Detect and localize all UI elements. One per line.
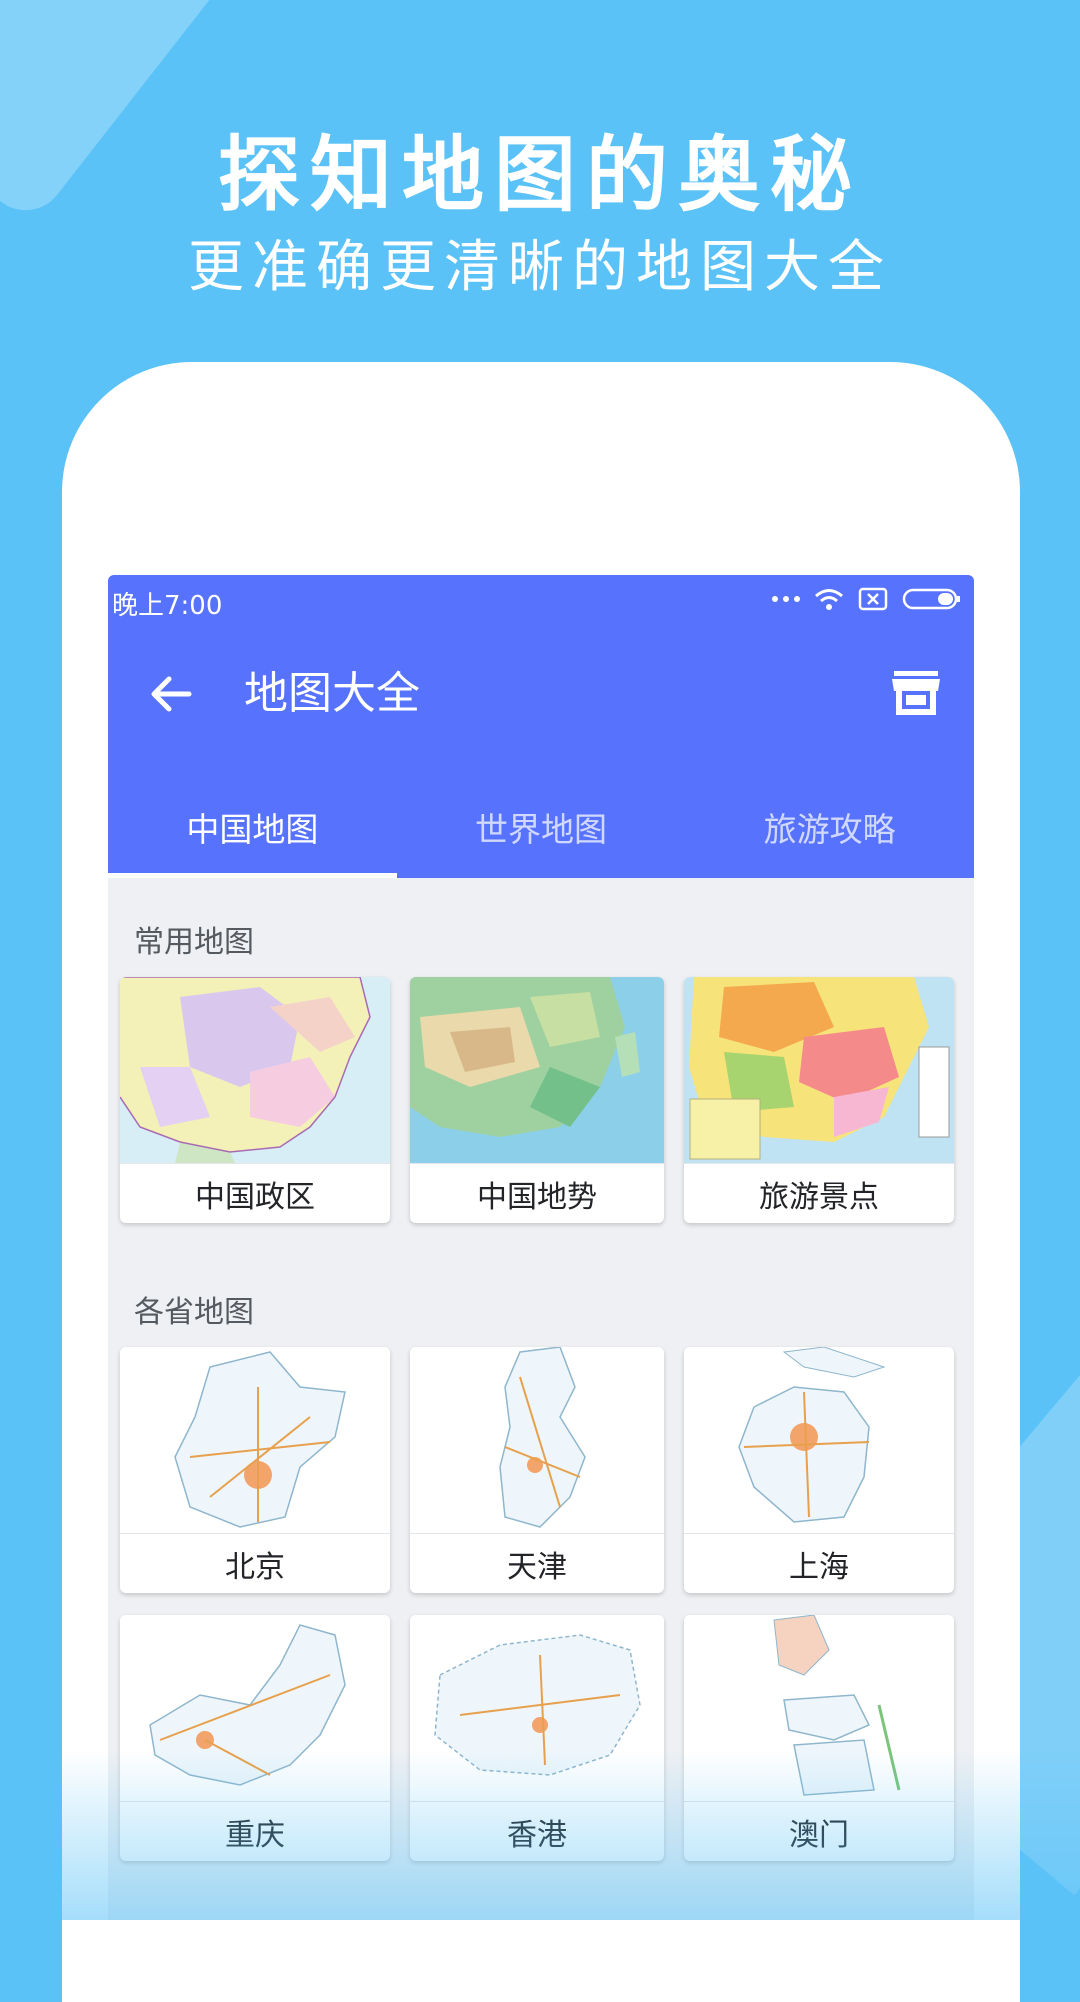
promo-title: 探知地图的奥秘 bbox=[217, 128, 862, 223]
section-title-province-maps: 各省地图 bbox=[134, 1295, 254, 1330]
tab-travel-guide[interactable]: 旅游攻略 bbox=[685, 775, 974, 878]
map-card-tianjin[interactable]: 天津 bbox=[410, 1347, 664, 1593]
map-card-label: 中国地势 bbox=[410, 1163, 664, 1223]
battery-icon bbox=[902, 587, 962, 611]
province-maps-grid: 北京 天津 上海 重庆 香港 澳门 bbox=[120, 1347, 962, 1861]
map-card-china-political[interactable]: 中国政区 bbox=[120, 977, 390, 1223]
map-card-label: 北京 bbox=[120, 1533, 390, 1593]
wifi-icon bbox=[814, 587, 844, 611]
tab-world-map[interactable]: 世界地图 bbox=[397, 775, 686, 878]
map-card-shanghai[interactable]: 上海 bbox=[684, 1347, 954, 1593]
map-card-label: 上海 bbox=[684, 1533, 954, 1593]
app-title: 地图大全 bbox=[244, 668, 420, 719]
hong-kong-map-thumbnail bbox=[410, 1615, 664, 1801]
shanghai-map-thumbnail bbox=[684, 1347, 954, 1533]
status-time: 晚上7:00 bbox=[112, 591, 223, 621]
tab-bar: 中国地图 世界地图 旅游攻略 bbox=[108, 775, 974, 878]
macau-map-thumbnail bbox=[684, 1615, 954, 1801]
map-card-hong-kong[interactable]: 香港 bbox=[410, 1615, 664, 1861]
beijing-map-thumbnail bbox=[120, 1347, 390, 1533]
store-button[interactable] bbox=[890, 667, 942, 719]
common-maps-grid: 中国政区 中国地势 旅游景点 bbox=[120, 977, 962, 1223]
map-card-travel-attractions[interactable]: 旅游景点 bbox=[684, 977, 954, 1223]
map-card-label: 天津 bbox=[410, 1533, 664, 1593]
map-card-label: 旅游景点 bbox=[684, 1163, 954, 1223]
map-card-label: 澳门 bbox=[684, 1801, 954, 1861]
more-dots-icon bbox=[772, 596, 800, 602]
map-card-chongqing[interactable]: 重庆 bbox=[120, 1615, 390, 1861]
map-card-label: 重庆 bbox=[120, 1801, 390, 1861]
map-card-macau[interactable]: 澳门 bbox=[684, 1615, 954, 1861]
china-terrain-map-thumbnail bbox=[410, 977, 664, 1163]
status-icons bbox=[772, 587, 962, 611]
map-card-china-terrain[interactable]: 中国地势 bbox=[410, 977, 664, 1223]
section-title-common-maps: 常用地图 bbox=[134, 925, 254, 960]
china-political-map-thumbnail bbox=[120, 977, 390, 1163]
tianjin-map-thumbnail bbox=[410, 1347, 664, 1533]
tab-china-map[interactable]: 中国地图 bbox=[108, 775, 397, 878]
chongqing-map-thumbnail bbox=[120, 1615, 390, 1801]
map-card-label: 中国政区 bbox=[120, 1163, 390, 1223]
promo-subtitle: 更准确更清晰的地图大全 bbox=[188, 235, 892, 300]
map-card-beijing[interactable]: 北京 bbox=[120, 1347, 390, 1593]
arrow-left-icon bbox=[151, 676, 192, 712]
app-screen: 晚上7:00 地图大全 中国地图 世界地图 旅游攻略 常用地图 中国政区 中国地… bbox=[108, 575, 974, 1920]
back-button[interactable] bbox=[144, 667, 198, 721]
sim-x-icon bbox=[858, 587, 888, 611]
store-icon bbox=[892, 671, 940, 715]
map-card-label: 香港 bbox=[410, 1801, 664, 1861]
app-bar: 晚上7:00 地图大全 中国地图 世界地图 旅游攻略 bbox=[108, 575, 974, 878]
travel-attractions-map-thumbnail bbox=[684, 977, 954, 1163]
